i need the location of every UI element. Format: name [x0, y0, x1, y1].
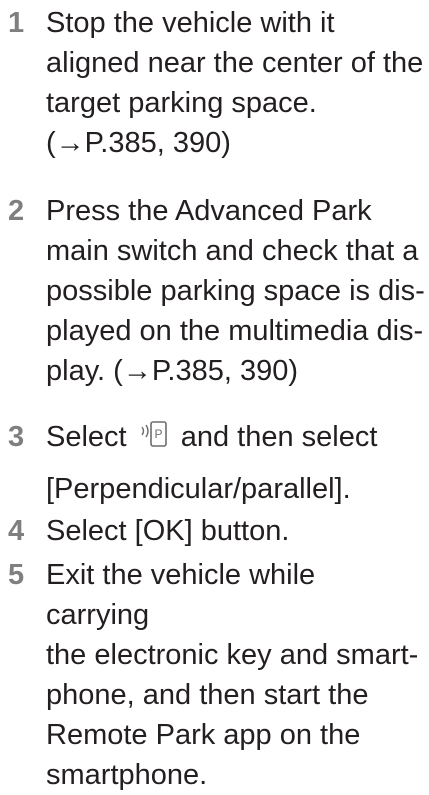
remote-park-icon: P: [139, 419, 169, 449]
step-text: Select [OK] button.: [46, 515, 290, 547]
step-number: 4: [8, 515, 25, 547]
step-number: 5: [8, 559, 25, 591]
step-text-after-icon: and then select: [180, 421, 378, 453]
step-number: 3: [8, 421, 25, 453]
step-text-line2: [Perpendicular/parallel].: [46, 473, 351, 505]
step-number: 2: [8, 195, 25, 227]
step-text: Exit the vehicle while carrying the elec…: [46, 559, 419, 791]
step-number: 1: [8, 7, 25, 39]
step-text-before-icon: Select: [46, 421, 127, 453]
step-text: Stop the vehicle with it aligned near th…: [46, 7, 424, 159]
step-text: Press the Advanced Park main switch and …: [46, 195, 425, 387]
step-text: Select P and then select [Perpendicular/…: [46, 417, 426, 509]
svg-text:P: P: [154, 427, 162, 441]
instruction-page: 1 Stop the vehicle with it aligned near …: [0, 0, 429, 791]
